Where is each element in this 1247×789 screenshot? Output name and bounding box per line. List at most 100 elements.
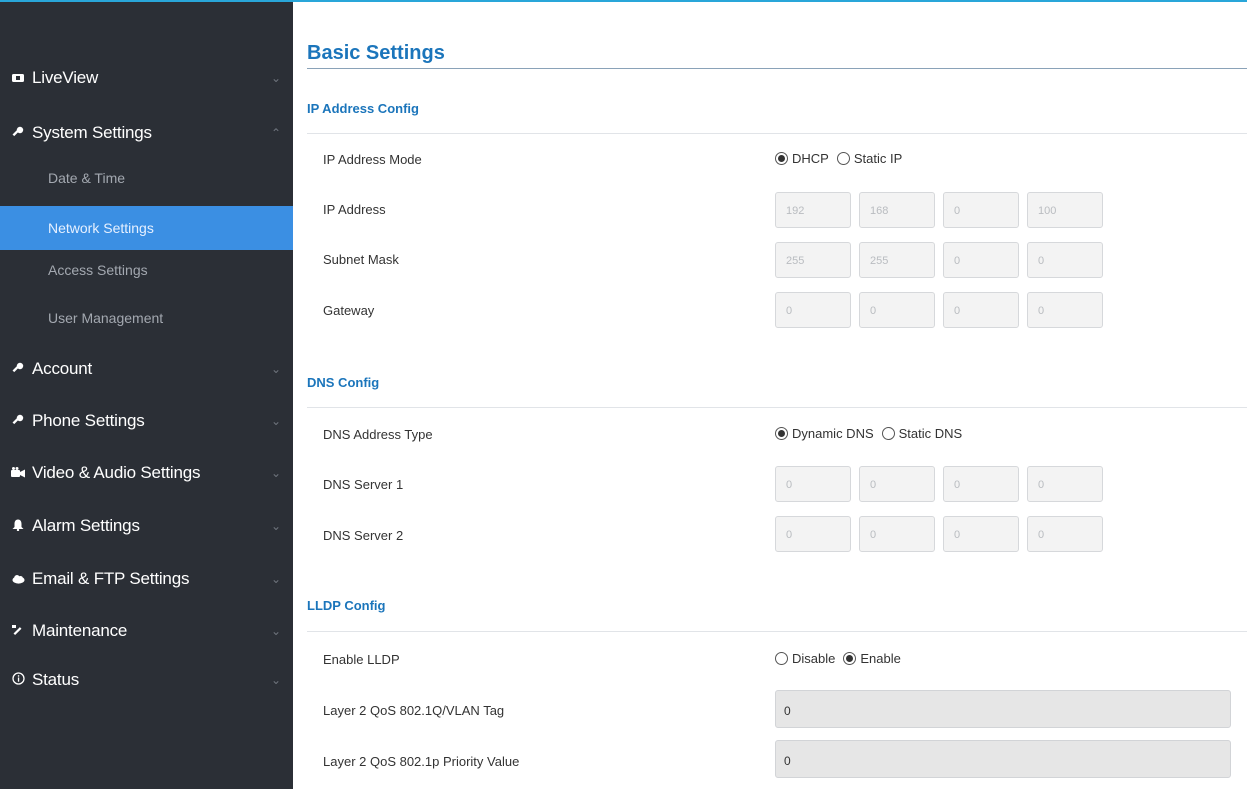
chevron-down-icon: ⌄ — [270, 624, 281, 638]
priority-value-input[interactable]: 0 — [775, 740, 1231, 778]
main-content: Basic Settings IP Address Config IP Addr… — [293, 2, 1247, 789]
sidebar-item-label: Account — [32, 359, 93, 378]
static-dns-radio[interactable] — [881, 427, 895, 440]
disable-lldp-radio[interactable] — [775, 652, 788, 665]
sidebar-item-label: Alarm Settings — [32, 516, 140, 535]
disable-lldp-radio-label[interactable]: Disable — [792, 651, 835, 666]
gateway-octet-input[interactable]: 0 — [859, 292, 935, 328]
dns1-octet-input[interactable]: 0 — [943, 466, 1019, 502]
mask-octet-input[interactable]: 255 — [859, 242, 935, 278]
dns2-octet-input[interactable]: 0 — [1027, 516, 1103, 552]
sidebar-item-label: Email & FTP Settings — [32, 569, 190, 588]
sidebar-item-label: Video & Audio Settings — [32, 463, 201, 482]
video-icon — [8, 71, 28, 86]
ip-octet-input[interactable]: 168 — [859, 192, 935, 228]
sidebar-item-label: LiveView — [32, 68, 99, 87]
ip-mode-label: IP Address Mode — [323, 152, 422, 167]
sidebar: LiveView ⌄ System Settings ⌃ Date & Time… — [0, 2, 293, 789]
camera-icon — [8, 466, 28, 481]
chevron-down-icon: ⌄ — [270, 519, 281, 533]
dns-type-label: DNS Address Type — [323, 427, 433, 442]
vlan-tag-input[interactable]: 0 — [775, 690, 1231, 728]
sidebar-item-label: Phone Settings — [32, 411, 145, 430]
sidebar-item-label: Maintenance — [32, 621, 128, 640]
priority-value-label: Layer 2 QoS 802.1p Priority Value — [323, 754, 520, 769]
section-title-ip: IP Address Config — [307, 101, 419, 116]
ip-octet-input[interactable]: 100 — [1027, 192, 1103, 228]
dns1-octet-input[interactable]: 0 — [859, 466, 935, 502]
dns1-octet-input[interactable]: 0 — [1027, 466, 1103, 502]
sidebar-item-status[interactable]: Status ⌄ — [0, 665, 293, 695]
chevron-down-icon: ⌄ — [270, 362, 281, 376]
mask-octet-input[interactable]: 255 — [775, 242, 851, 278]
dhcp-radio[interactable] — [775, 152, 788, 165]
tools-icon — [8, 624, 28, 639]
dns-server-1-label: DNS Server 1 — [323, 477, 404, 492]
dynamic-dns-radio[interactable] — [775, 427, 788, 440]
static-ip-radio-label[interactable]: Static IP — [854, 151, 902, 166]
section-title-dns: DNS Config — [307, 375, 380, 390]
dns2-octet-input[interactable]: 0 — [943, 516, 1019, 552]
enable-lldp-label: Enable LLDP — [323, 652, 400, 667]
sidebar-item-label: Status — [32, 670, 79, 689]
chevron-down-icon: ⌄ — [270, 71, 281, 85]
subnet-mask-field: 255 255 0 0 — [775, 242, 1111, 278]
sidebar-item-phone-settings[interactable]: Phone Settings ⌄ — [0, 406, 293, 436]
dns2-octet-input[interactable]: 0 — [859, 516, 935, 552]
dhcp-radio-label[interactable]: DHCP — [792, 151, 829, 166]
dns2-octet-input[interactable]: 0 — [775, 516, 851, 552]
gateway-octet-input[interactable]: 0 — [943, 292, 1019, 328]
sidebar-item-label: System Settings — [32, 123, 152, 142]
wrench-icon — [8, 414, 28, 429]
enable-lldp-radio[interactable] — [843, 652, 857, 665]
section-divider — [307, 407, 1247, 408]
gateway-field: 0 0 0 0 — [775, 292, 1111, 328]
static-ip-radio[interactable] — [836, 152, 850, 165]
sidebar-item-account[interactable]: Account ⌄ — [0, 354, 293, 384]
sidebar-item-alarm-settings[interactable]: Alarm Settings ⌄ — [0, 511, 293, 541]
sidebar-item-system-settings[interactable]: System Settings ⌃ — [0, 118, 293, 148]
chevron-down-icon: ⌄ — [270, 466, 281, 480]
vlan-tag-label: Layer 2 QoS 802.1Q/VLAN Tag — [323, 703, 505, 718]
sidebar-item-liveview[interactable]: LiveView ⌄ — [0, 63, 293, 93]
dns-server-2-field: 0 0 0 0 — [775, 516, 1111, 552]
section-divider — [307, 631, 1247, 632]
dynamic-dns-radio-label[interactable]: Dynamic DNS — [792, 426, 874, 441]
mask-octet-input[interactable]: 0 — [943, 242, 1019, 278]
sidebar-item-email-ftp-settings[interactable]: Email & FTP Settings ⌄ — [0, 564, 293, 594]
gateway-octet-input[interactable]: 0 — [1027, 292, 1103, 328]
mask-octet-input[interactable]: 0 — [1027, 242, 1103, 278]
sidebar-subitem-network-settings[interactable]: Network Settings — [0, 206, 293, 250]
section-divider — [307, 133, 1247, 134]
sidebar-subitem-user-management[interactable]: User Management — [0, 296, 293, 340]
ip-octet-input[interactable]: 0 — [943, 192, 1019, 228]
sidebar-subitem-date-time[interactable]: Date & Time — [0, 156, 293, 200]
gateway-octet-input[interactable]: 0 — [775, 292, 851, 328]
cloud-icon — [8, 572, 28, 587]
dns-server-2-label: DNS Server 2 — [323, 528, 404, 543]
info-icon — [8, 672, 28, 688]
wrench-icon — [8, 362, 28, 377]
chevron-up-icon: ⌃ — [270, 126, 281, 140]
chevron-down-icon: ⌄ — [270, 572, 281, 586]
dns-type-radio-group: Dynamic DNS Static DNS — [775, 426, 970, 441]
ip-address-field: 192 168 0 100 — [775, 192, 1111, 228]
dns1-octet-input[interactable]: 0 — [775, 466, 851, 502]
enable-lldp-radio-group: Disable Enable — [775, 651, 909, 666]
enable-lldp-radio-label[interactable]: Enable — [860, 651, 900, 666]
sidebar-item-maintenance[interactable]: Maintenance ⌄ — [0, 616, 293, 646]
dns-server-1-field: 0 0 0 0 — [775, 466, 1111, 502]
sidebar-subitem-access-settings[interactable]: Access Settings — [0, 248, 293, 292]
title-divider — [307, 68, 1247, 69]
ip-address-label: IP Address — [323, 202, 386, 217]
chevron-down-icon: ⌄ — [270, 414, 281, 428]
sidebar-item-video-audio-settings[interactable]: Video & Audio Settings ⌄ — [0, 458, 293, 488]
ip-mode-radio-group: DHCP Static IP — [775, 151, 910, 166]
gateway-label: Gateway — [323, 303, 375, 318]
static-dns-radio-label[interactable]: Static DNS — [899, 426, 963, 441]
bell-icon — [8, 519, 28, 534]
ip-octet-input[interactable]: 192 — [775, 192, 851, 228]
chevron-down-icon: ⌄ — [270, 673, 281, 687]
page-title: Basic Settings — [307, 42, 445, 64]
subnet-mask-label: Subnet Mask — [323, 252, 399, 267]
